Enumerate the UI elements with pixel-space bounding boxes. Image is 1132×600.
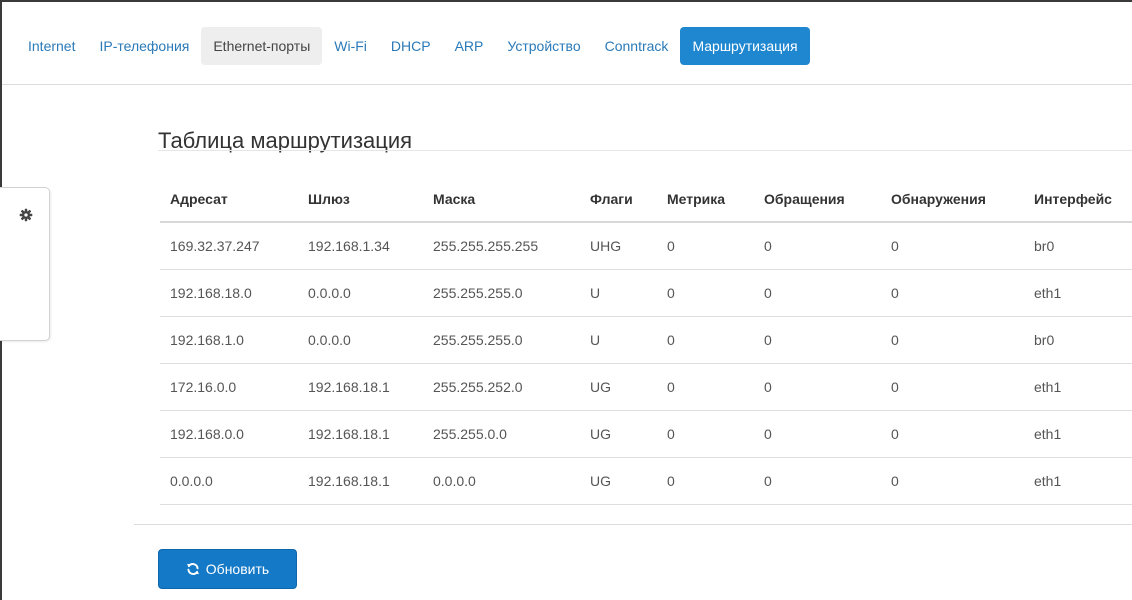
table-header-row: Адресат Шлюз Маска Флаги Метрика Обращен… xyxy=(160,177,1132,223)
cell-mask: 255.255.255.255 xyxy=(433,238,539,254)
cell-use: 0 xyxy=(891,285,899,301)
cell-destination: 192.168.1.0 xyxy=(170,332,244,348)
cell-interface: br0 xyxy=(1034,238,1055,254)
tab-device[interactable]: Устройство xyxy=(495,27,592,65)
cell-flags: UG xyxy=(590,379,611,395)
cell-metric: 0 xyxy=(667,426,675,442)
cell-interface: eth1 xyxy=(1034,426,1062,442)
cell-use: 0 xyxy=(891,379,899,395)
tab-routing[interactable]: Маршрутизация xyxy=(680,27,810,65)
cell-refs: 0 xyxy=(764,332,772,348)
column-header-gateway: Шлюз xyxy=(308,191,350,207)
cell-gateway: 192.168.18.1 xyxy=(308,379,390,395)
cell-use: 0 xyxy=(891,473,899,489)
cell-refs: 0 xyxy=(764,238,772,254)
cell-interface: eth1 xyxy=(1034,285,1062,301)
cell-metric: 0 xyxy=(667,473,675,489)
cell-refs: 0 xyxy=(764,379,772,395)
cell-destination: 192.168.0.0 xyxy=(170,426,244,442)
column-header-use: Обнаружения xyxy=(891,191,986,207)
tab-dhcp[interactable]: DHCP xyxy=(379,27,443,65)
column-header-flags: Флаги xyxy=(590,191,633,207)
cell-flags: UG xyxy=(590,426,611,442)
cell-interface: eth1 xyxy=(1034,473,1062,489)
table-row: 192.168.18.0 0.0.0.0 255.255.255.0 U 0 0… xyxy=(160,270,1132,317)
cell-metric: 0 xyxy=(667,332,675,348)
table-row: 192.168.0.0 192.168.18.1 255.255.0.0 UG … xyxy=(160,411,1132,458)
table-row: 169.32.37.247 192.168.1.34 255.255.255.2… xyxy=(160,223,1132,270)
cell-interface: br0 xyxy=(1034,332,1055,348)
cell-use: 0 xyxy=(891,426,899,442)
cell-destination: 192.168.18.0 xyxy=(170,285,252,301)
cell-mask: 0.0.0.0 xyxy=(433,473,476,489)
title-divider xyxy=(158,150,1132,151)
cell-refs: 0 xyxy=(764,426,772,442)
cell-destination: 0.0.0.0 xyxy=(170,473,213,489)
cell-flags: UHG xyxy=(590,238,622,254)
tab-wifi[interactable]: Wi-Fi xyxy=(322,27,379,65)
gear-icon[interactable] xyxy=(19,208,33,222)
cell-gateway: 0.0.0.0 xyxy=(308,285,351,301)
cell-refs: 0 xyxy=(764,285,772,301)
routing-table: Адресат Шлюз Маска Флаги Метрика Обращен… xyxy=(160,177,1132,505)
cell-flags: UG xyxy=(590,473,611,489)
cell-metric: 0 xyxy=(667,379,675,395)
cell-refs: 0 xyxy=(764,473,772,489)
tab-arp[interactable]: ARP xyxy=(443,27,496,65)
refresh-button[interactable]: Обновить xyxy=(158,549,297,589)
column-header-metric: Метрика xyxy=(667,191,726,207)
column-header-destination: Адресат xyxy=(170,191,228,207)
refresh-button-label: Обновить xyxy=(205,561,270,577)
cell-gateway: 0.0.0.0 xyxy=(308,332,351,348)
cell-destination: 172.16.0.0 xyxy=(170,379,237,395)
table-row: 192.168.1.0 0.0.0.0 255.255.255.0 U 0 0 … xyxy=(160,317,1132,364)
settings-side-panel[interactable] xyxy=(0,187,50,341)
tab-conntrack[interactable]: Conntrack xyxy=(593,27,681,65)
table-row: 0.0.0.0 192.168.18.1 0.0.0.0 UG 0 0 0 et… xyxy=(160,458,1132,505)
tab-ip-telephony[interactable]: IP-телефония xyxy=(87,27,201,65)
cell-flags: U xyxy=(590,332,601,348)
cell-gateway: 192.168.18.1 xyxy=(308,473,390,489)
actions-divider xyxy=(134,524,1132,525)
tabs-divider xyxy=(2,84,1132,85)
cell-mask: 255.255.0.0 xyxy=(433,426,507,442)
column-header-interface: Интерфейс xyxy=(1034,191,1112,207)
tab-ethernet-ports[interactable]: Ethernet-порты xyxy=(201,27,323,65)
table-row: 172.16.0.0 192.168.18.1 255.255.252.0 UG… xyxy=(160,364,1132,411)
cell-use: 0 xyxy=(891,332,899,348)
cell-metric: 0 xyxy=(667,285,675,301)
cell-destination: 169.32.37.247 xyxy=(170,238,260,254)
tab-internet[interactable]: Internet xyxy=(16,27,87,65)
cell-gateway: 192.168.18.1 xyxy=(308,426,390,442)
column-header-refs: Обращения xyxy=(764,191,845,207)
cell-mask: 255.255.252.0 xyxy=(433,379,523,395)
cell-mask: 255.255.255.0 xyxy=(433,332,523,348)
cell-mask: 255.255.255.0 xyxy=(433,285,523,301)
cell-interface: eth1 xyxy=(1034,379,1062,395)
column-header-mask: Маска xyxy=(433,191,476,207)
cell-use: 0 xyxy=(891,238,899,254)
tab-bar: Internet IP-телефония Ethernet-порты Wi-… xyxy=(16,27,810,65)
cell-flags: U xyxy=(590,285,601,301)
cell-metric: 0 xyxy=(667,238,675,254)
cell-gateway: 192.168.1.34 xyxy=(308,238,390,254)
refresh-icon xyxy=(186,563,199,575)
